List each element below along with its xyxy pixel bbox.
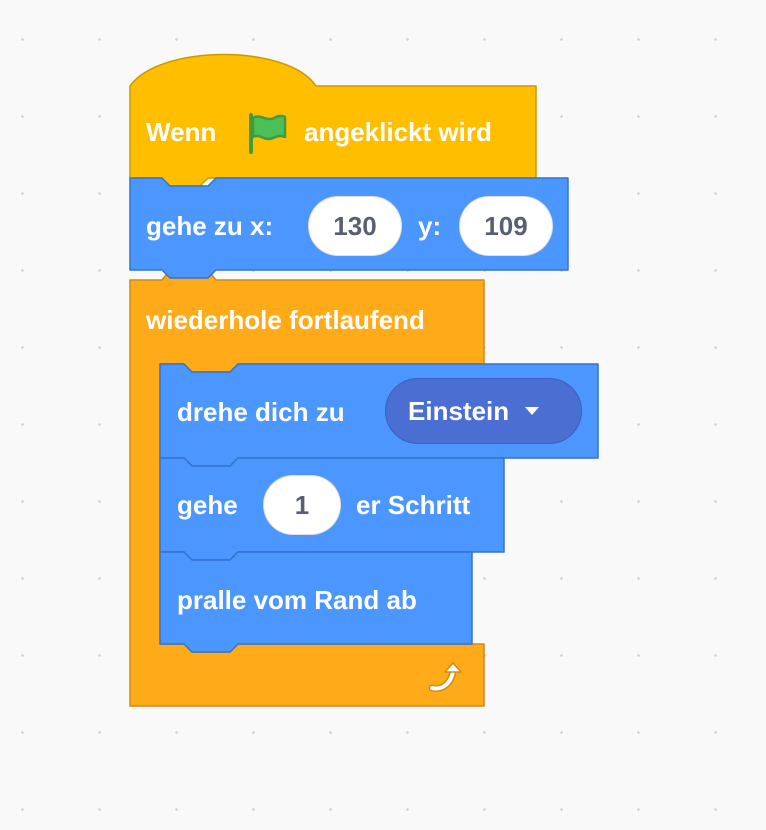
point-towards-label: drehe dich zu	[177, 397, 345, 427]
forever-label: wiederhole fortlaufend	[146, 305, 425, 335]
dropdown-caret-icon	[525, 407, 540, 415]
goto-label-y: y:	[418, 211, 442, 241]
goto-label-x: gehe zu x:	[146, 211, 274, 241]
move-label-gehe: gehe	[177, 490, 238, 520]
hat-label-angeklickt: angeklickt wird	[304, 117, 492, 147]
bounce-label: pralle vom Rand ab	[177, 585, 417, 615]
target-dropdown[interactable]: Einstein	[385, 378, 582, 444]
target-dropdown-value: Einstein	[408, 395, 510, 426]
loop-arrow-icon	[428, 662, 462, 692]
x-value-input[interactable]: 130	[308, 196, 402, 256]
move-label-schritt: er Schritt	[356, 490, 471, 520]
hat-label-wenn: Wenn	[146, 117, 217, 147]
y-value-input[interactable]: 109	[459, 196, 553, 256]
green-flag-icon[interactable]	[244, 110, 290, 156]
steps-value-input[interactable]: 1	[263, 475, 341, 535]
